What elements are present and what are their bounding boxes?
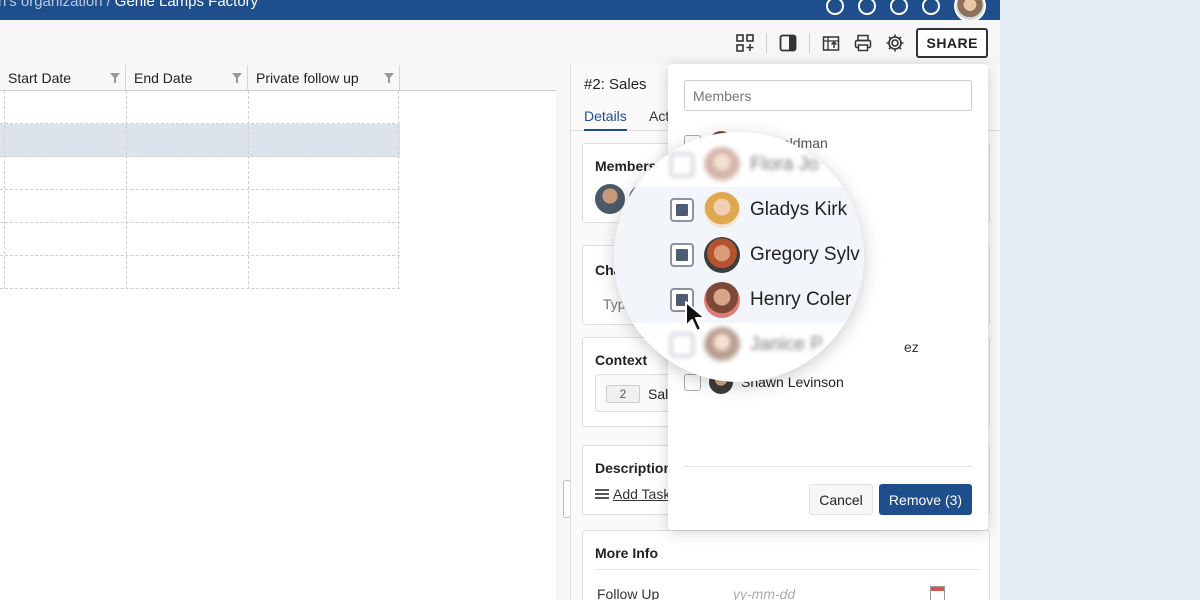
filter-icon[interactable] [110,73,120,83]
mouse-cursor-icon [685,301,706,332]
table-row-selected[interactable] [0,124,400,157]
breadcrumb: n's organization / Genie Lamps Factory [0,0,258,10]
export-icon[interactable] [820,32,842,54]
divider [595,569,979,570]
table-row[interactable] [0,223,400,256]
list-item[interactable]: Gregory Sylv [614,232,864,278]
cancel-button[interactable]: Cancel [809,484,873,515]
member-checkbox[interactable] [670,333,694,357]
filter-icon[interactable] [232,73,242,83]
avatar [704,192,740,228]
list-item[interactable]: Henry Coler [614,277,864,323]
context-badge: 2 [606,385,640,403]
chat-icon[interactable] [890,0,908,15]
breadcrumb-project[interactable]: Genie Lamps Factory [115,0,258,10]
column-end-date[interactable]: End Date [126,65,248,91]
member-checkbox[interactable] [684,373,701,391]
gear-icon[interactable] [884,32,906,54]
table-row[interactable] [0,256,400,289]
context-text: Sal [648,386,669,402]
toolbar-divider [766,33,768,53]
top-bar: n's organization / Genie Lamps Factory [0,0,1000,20]
top-icons [826,0,986,20]
share-button[interactable]: SHARE [916,28,988,58]
grid-line [4,91,5,289]
description-title: Description [595,460,673,476]
add-widget-icon[interactable] [734,32,756,54]
table-row[interactable] [0,190,400,223]
column-start-date[interactable]: Start Date [0,65,126,91]
toolbar-divider [809,33,811,53]
tab-activity[interactable]: Act [649,108,669,124]
data-grid: Start Date End Date Private follow up [0,65,556,600]
magnifier-lens: Flora Jo Gladys Kirk Gregory Sylv Henry … [614,132,864,382]
member-name: Henry Coler [750,289,852,310]
follow-up-label: Follow Up [597,586,660,600]
column-private-follow-up[interactable]: Private follow up [248,65,400,91]
list-item[interactable]: Gladys Kirk [614,187,864,233]
more-info-title: More Info [595,545,658,561]
user-avatar[interactable] [954,0,986,20]
detail-title: #2: Sales [584,76,647,93]
member-checkbox-checked[interactable] [670,243,694,267]
add-task-link[interactable]: Add Task [595,486,670,502]
grid-line [248,91,249,289]
breadcrumb-org[interactable]: n's organization [0,0,103,10]
remove-button[interactable]: Remove (3) [879,484,972,515]
toolbar: SHARE [734,28,988,58]
notifications-icon[interactable] [922,0,940,15]
add-task-label: Add Task [613,486,671,502]
member-checkbox-checked[interactable] [670,198,694,222]
follow-up-date-input[interactable]: yy-mm-dd [733,586,795,600]
column-label: Private follow up [256,70,359,86]
grid-rows [0,91,400,289]
more-info-card: More Info Follow Up yy-mm-dd [582,530,990,600]
member-name: Gregory Sylv [750,244,860,265]
member-checkbox[interactable] [670,153,694,177]
grid-line [126,91,127,289]
list-item[interactable]: Janice P [614,322,864,368]
member-name: ez [904,339,919,355]
avatar [704,147,740,183]
table-row[interactable] [0,91,400,124]
list-item[interactable]: Flora Jo [614,142,864,188]
panel-toggle-icon[interactable] [777,32,799,54]
tab-details[interactable]: Details [584,108,627,131]
column-label: Start Date [8,70,72,86]
grid-line [398,91,399,289]
breadcrumb-separator: / [106,0,111,10]
members-search-input[interactable] [684,80,972,111]
filter-icon[interactable] [384,73,394,83]
grid-header: Start Date End Date Private follow up [0,65,556,91]
table-row[interactable] [0,157,400,190]
help-icon[interactable] [826,0,844,15]
popup-divider [684,466,972,467]
print-icon[interactable] [852,32,874,54]
member-name: Janice P [750,334,823,355]
star-icon[interactable] [858,0,876,15]
column-label: End Date [134,70,193,86]
calendar-icon[interactable] [930,586,945,600]
member-name: Flora Jo [750,154,819,175]
avatar [704,237,740,273]
text-lines-icon [595,488,609,500]
member-name: Gladys Kirk [750,199,848,220]
